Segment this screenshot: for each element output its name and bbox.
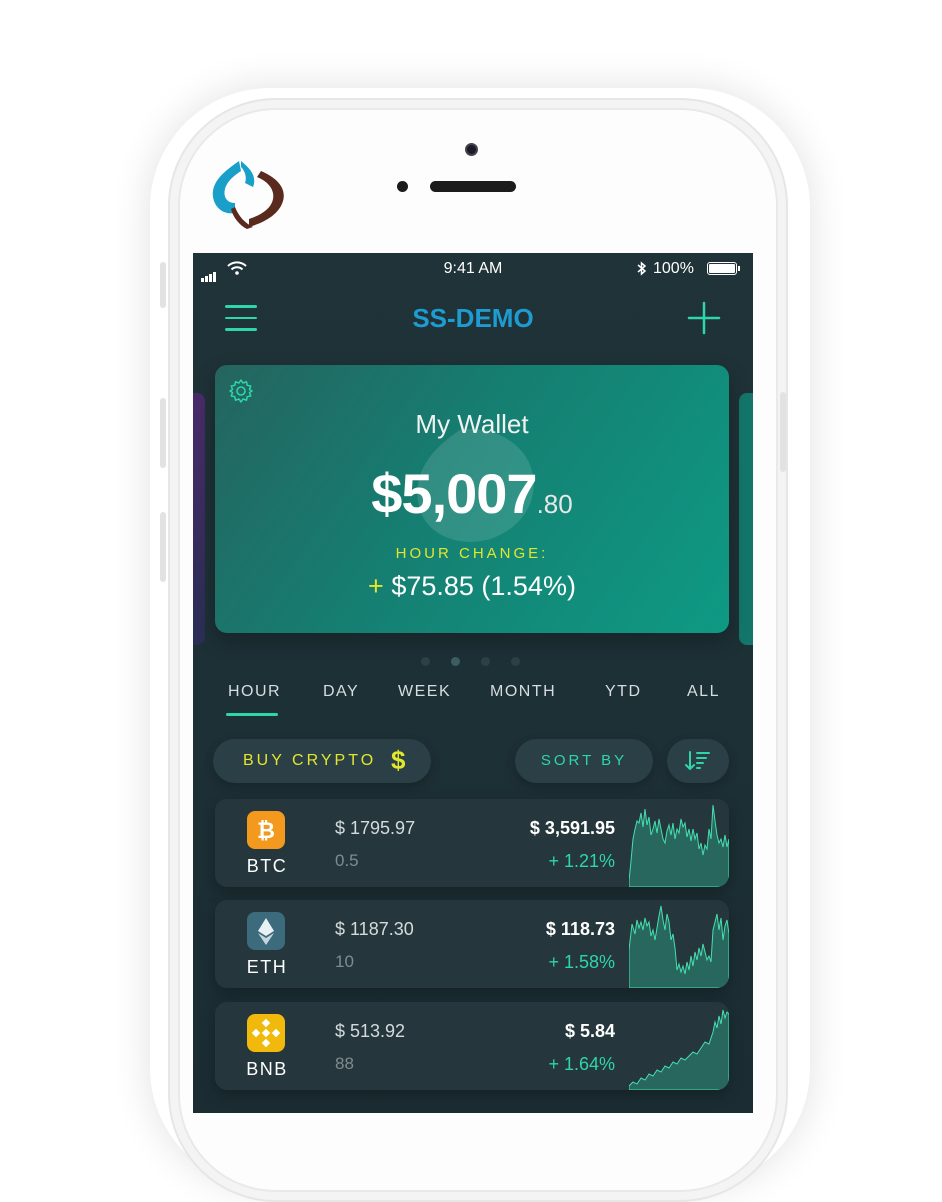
binance-icon <box>247 1014 285 1052</box>
gear-icon[interactable] <box>227 377 255 405</box>
battery-icon <box>707 262 737 275</box>
coin-quantity: 88 <box>335 1054 354 1073</box>
carousel-dot[interactable] <box>421 657 430 666</box>
app-title: SS-DEMO <box>412 303 534 333</box>
bluetooth-icon <box>637 261 647 276</box>
tab-hour[interactable]: HOUR <box>228 683 281 701</box>
bitcoin-icon: ₿ <box>247 811 285 849</box>
coin-change: + 1.64% <box>548 1054 615 1074</box>
coin-price: $ 513.92 <box>335 1021 406 1041</box>
change-label: HOUR CHANGE: <box>395 545 549 562</box>
buy-crypto-button[interactable]: BUY CRYPTO $ <box>213 739 431 783</box>
coin-quantity: 10 <box>335 952 354 971</box>
app-screen: 9:41 AM 100% SS-DEMO My Wallet $5,007.80… <box>193 253 753 1113</box>
next-wallet-card[interactable] <box>739 393 753 645</box>
sparkline-chart <box>629 804 729 887</box>
coin-price: $ 1795.97 <box>335 818 416 838</box>
change-value: + $75.85 (1.54%) <box>215 571 729 602</box>
tab-all[interactable]: ALL <box>687 683 720 701</box>
coin-symbol: BNB <box>246 1059 288 1079</box>
battery-percent: 100% <box>653 260 694 277</box>
tab-ytd[interactable]: YTD <box>605 683 642 701</box>
sparkline-chart <box>629 1009 729 1090</box>
sort-by-button[interactable]: SORT BY <box>515 739 653 783</box>
status-bar: 9:41 AM 100% <box>193 253 753 283</box>
coin-holding-value: $ 5.84 <box>564 1021 615 1041</box>
coin-symbol: BTC <box>246 856 288 876</box>
front-camera <box>465 143 478 156</box>
wallet-balance-main: $5,007 <box>371 462 537 525</box>
previous-wallet-card[interactable] <box>193 393 205 645</box>
wallet-title: My Wallet <box>415 409 529 439</box>
tab-week[interactable]: WEEK <box>398 683 451 701</box>
brand-logo <box>212 161 284 229</box>
coin-holding-value: $ 3,591.95 <box>529 818 615 838</box>
coin-quantity: 0.5 <box>335 851 359 870</box>
earpiece-speaker <box>430 181 516 192</box>
sort-by-label: SORT BY <box>540 752 628 769</box>
svg-text:₿: ₿ <box>257 819 275 844</box>
battery-nub <box>738 266 740 271</box>
coin-change: + 1.21% <box>548 851 615 871</box>
coin-symbol: ETH <box>246 957 288 977</box>
carousel-dots <box>421 653 541 671</box>
tab-month[interactable]: MONTH <box>490 683 556 701</box>
change-sign: + <box>368 571 384 601</box>
sort-descending-icon <box>685 751 710 770</box>
coin-row-btc[interactable]: ₿ BTC $ 1795.97 0.5 $ 3,591.95 + 1.21% <box>215 799 729 887</box>
coin-holding-value: $ 118.73 <box>545 919 615 939</box>
ethereum-icon <box>247 912 285 950</box>
timeframe-tabs: HOUR DAY WEEK MONTH YTD ALL <box>193 683 753 723</box>
sort-order-button[interactable] <box>667 739 729 783</box>
wallet-balance: $5,007.80 <box>215 461 729 526</box>
mute-switch <box>160 262 166 308</box>
proximity-sensor <box>397 181 408 192</box>
power-button <box>780 392 786 472</box>
active-tab-indicator <box>226 713 278 716</box>
wallet-card[interactable]: My Wallet $5,007.80 HOUR CHANGE: + $75.8… <box>215 365 729 633</box>
buy-crypto-label: BUY CRYPTO <box>243 752 377 769</box>
sparkline-chart <box>629 905 729 988</box>
coin-price: $ 1187.30 <box>335 919 414 939</box>
coin-change: + 1.58% <box>548 952 615 972</box>
carousel-dot[interactable] <box>481 657 490 666</box>
volume-down-button <box>160 512 166 582</box>
carousel-dot-active[interactable] <box>451 657 460 666</box>
change-amount: $75.85 (1.54%) <box>391 571 576 601</box>
volume-up-button <box>160 398 166 468</box>
tab-day[interactable]: DAY <box>323 683 359 701</box>
coin-row-eth[interactable]: ETH $ 1187.30 10 $ 118.73 + 1.58% <box>215 900 729 988</box>
dollar-icon: $ <box>391 745 406 775</box>
wallet-balance-cents: .80 <box>536 489 573 519</box>
carousel-dot[interactable] <box>511 657 520 666</box>
add-icon[interactable] <box>687 301 721 335</box>
coin-row-bnb[interactable]: BNB $ 513.92 88 $ 5.84 + 1.64% <box>215 1002 729 1090</box>
